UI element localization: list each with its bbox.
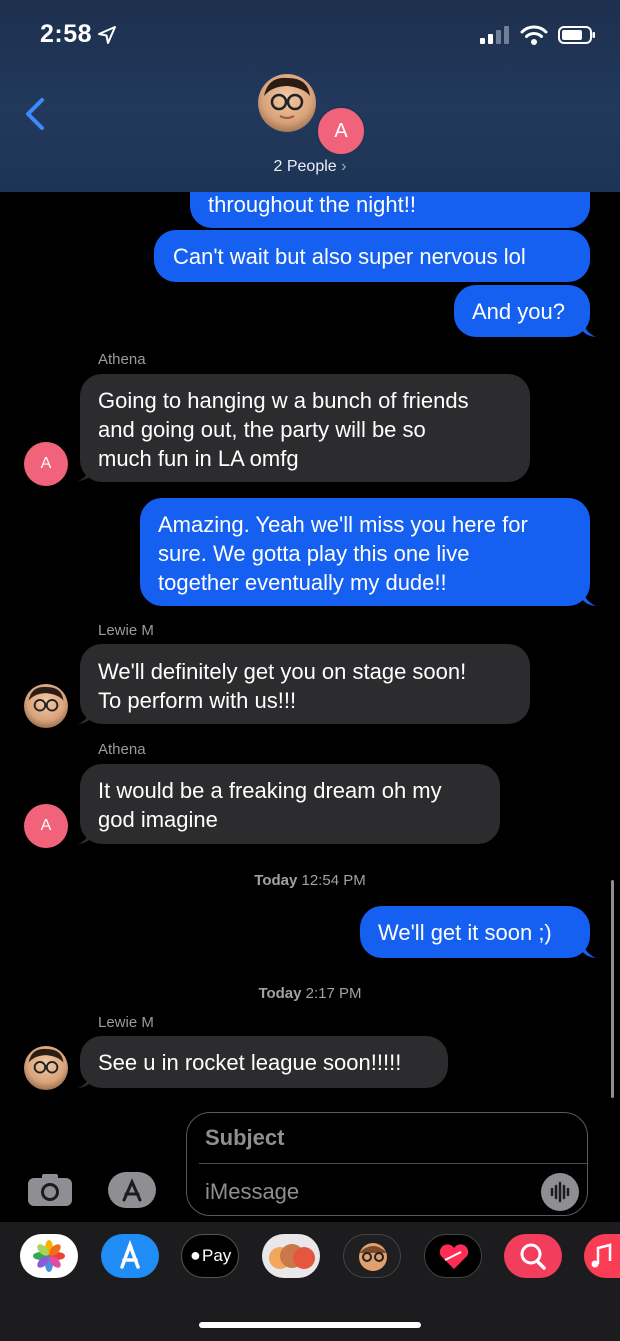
- message-line: To perform with us!!!: [98, 688, 297, 713]
- conversation-header: 2:58 A 2 People ›: [0, 0, 620, 192]
- apple-logo-icon: ●: [190, 1245, 201, 1265]
- sender-name: Lewie M: [98, 1014, 154, 1031]
- photos-icon[interactable]: [20, 1234, 78, 1278]
- message-line: and going out, the party will be so: [98, 417, 426, 442]
- memoji-icon[interactable]: [343, 1234, 401, 1278]
- message-line: Going to hanging w a bunch of friends: [98, 388, 469, 413]
- timestamp-time: 2:17 PM: [305, 985, 362, 1002]
- composer-divider: [199, 1163, 587, 1164]
- message-text: And you?: [472, 299, 565, 324]
- group-avatar-lewie[interactable]: [258, 74, 316, 132]
- subject-field[interactable]: Subject: [205, 1125, 284, 1151]
- group-avatar-athena[interactable]: A: [316, 106, 366, 156]
- bubble-tail: [78, 462, 92, 481]
- battery-icon: [558, 26, 595, 44]
- message-text: We'll get it soon ;): [378, 920, 552, 945]
- imessage-input[interactable]: iMessage: [205, 1179, 299, 1205]
- wifi-icon: [520, 25, 548, 45]
- apple-pay-icon[interactable]: ● Pay: [181, 1234, 239, 1278]
- app-store-button-icon[interactable]: [106, 1170, 158, 1210]
- location-arrow-icon: [98, 26, 116, 44]
- message-bubble-outgoing[interactable]: And you?: [454, 285, 590, 337]
- timestamp-divider: Today 2:17 PM: [0, 985, 620, 1002]
- sender-name: Lewie M: [98, 622, 154, 639]
- sender-name: Athena: [98, 741, 146, 758]
- message-line: We'll definitely get you on stage soon!: [98, 659, 467, 684]
- sender-name: Athena: [98, 351, 146, 368]
- timestamp-time: 12:54 PM: [301, 872, 366, 889]
- message-bubble-incoming[interactable]: Going to hanging w a bunch of friends an…: [80, 374, 530, 482]
- bubble-tail: [78, 1069, 92, 1088]
- chevron-right-icon: ›: [341, 158, 347, 175]
- bubble-tail: [582, 587, 596, 606]
- message-line: Amazing. Yeah we'll miss you here for: [158, 512, 528, 537]
- home-indicator[interactable]: [199, 1322, 421, 1328]
- message-bubble-incoming[interactable]: We'll definitely get you on stage soon! …: [80, 644, 530, 724]
- message-bubble-outgoing[interactable]: Can't wait but also super nervous lol: [154, 230, 590, 282]
- sender-avatar-athena[interactable]: A: [24, 442, 68, 486]
- people-count-link[interactable]: 2 People ›: [0, 158, 620, 176]
- sender-avatar-athena[interactable]: A: [24, 804, 68, 848]
- scrollbar[interactable]: [611, 880, 614, 1098]
- message-text: Can't wait but also super nervous lol: [173, 244, 526, 269]
- sender-avatar-lewie[interactable]: [24, 684, 68, 728]
- message-text: See u in rocket league soon!!!!!: [98, 1050, 402, 1075]
- bubble-tail: [78, 705, 92, 724]
- apple-pay-label: Pay: [202, 1246, 232, 1265]
- message-line: sure. We gotta play this one live: [158, 541, 470, 566]
- back-chevron-icon[interactable]: [20, 94, 50, 134]
- digital-touch-icon[interactable]: [424, 1234, 482, 1278]
- audio-message-button[interactable]: [541, 1173, 579, 1211]
- message-line: It would be a freaking dream oh my: [98, 778, 442, 803]
- message-composer[interactable]: Subject iMessage: [186, 1112, 588, 1216]
- cellular-signal-icon: [480, 26, 509, 44]
- app-store-icon[interactable]: [101, 1234, 159, 1278]
- timestamp-day: Today: [254, 872, 298, 889]
- waveform-icon: [550, 1181, 570, 1203]
- memoji-stickers-icon[interactable]: [262, 1234, 320, 1278]
- status-icons: [480, 24, 596, 46]
- camera-icon[interactable]: [26, 1172, 74, 1208]
- message-bubble-outgoing[interactable]: We'll get it soon ;): [360, 906, 590, 958]
- message-line: much fun in LA omfg: [98, 446, 299, 471]
- message-bubble-incoming[interactable]: It would be a freaking dream oh my god i…: [80, 764, 500, 844]
- sender-avatar-lewie[interactable]: [24, 1046, 68, 1090]
- message-text: throughout the night!!: [208, 192, 416, 217]
- bubble-tail: [582, 939, 596, 958]
- bubble-tail: [582, 318, 596, 337]
- timestamp-day: Today: [258, 985, 302, 1002]
- status-time: 2:58: [40, 20, 93, 48]
- timestamp-divider: Today 12:54 PM: [0, 872, 620, 889]
- music-icon[interactable]: [584, 1234, 620, 1278]
- bubble-tail: [78, 825, 92, 844]
- image-search-icon[interactable]: [504, 1234, 562, 1278]
- message-bubble-outgoing[interactable]: Amazing. Yeah we'll miss you here for su…: [140, 498, 590, 606]
- message-bubble-incoming[interactable]: See u in rocket league soon!!!!!: [80, 1036, 448, 1088]
- message-line: god imagine: [98, 807, 218, 832]
- people-label: 2 People: [273, 158, 337, 175]
- message-line: together eventually my dude!!: [158, 570, 447, 595]
